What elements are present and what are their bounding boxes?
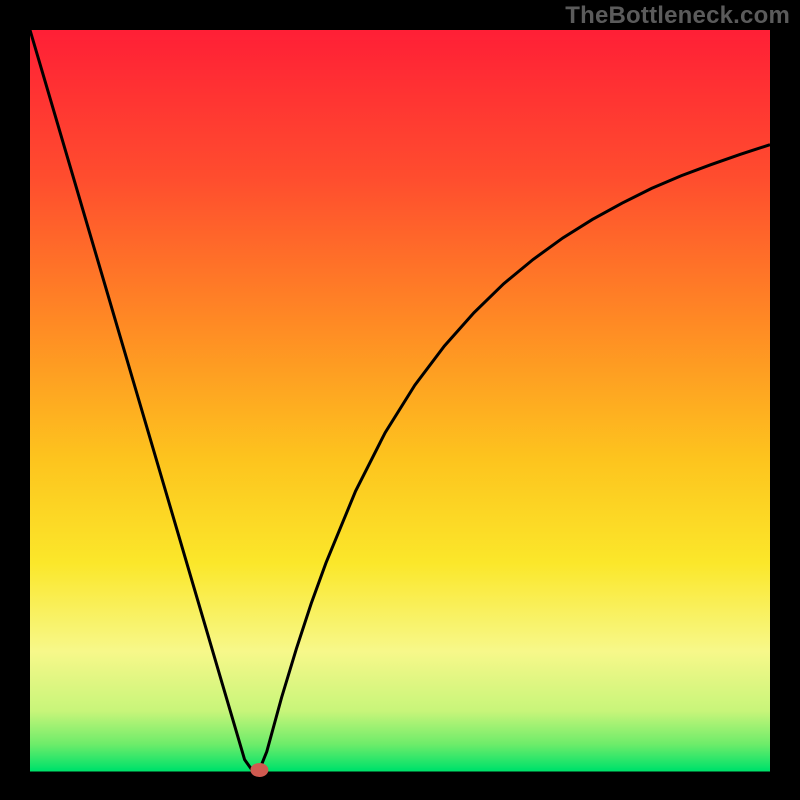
- optimal-point-marker: [250, 763, 268, 777]
- bottleneck-curve-chart: [0, 0, 800, 800]
- chart-stage: TheBottleneck.com: [0, 0, 800, 800]
- plot-background: [30, 30, 770, 770]
- attribution-text: TheBottleneck.com: [565, 2, 790, 30]
